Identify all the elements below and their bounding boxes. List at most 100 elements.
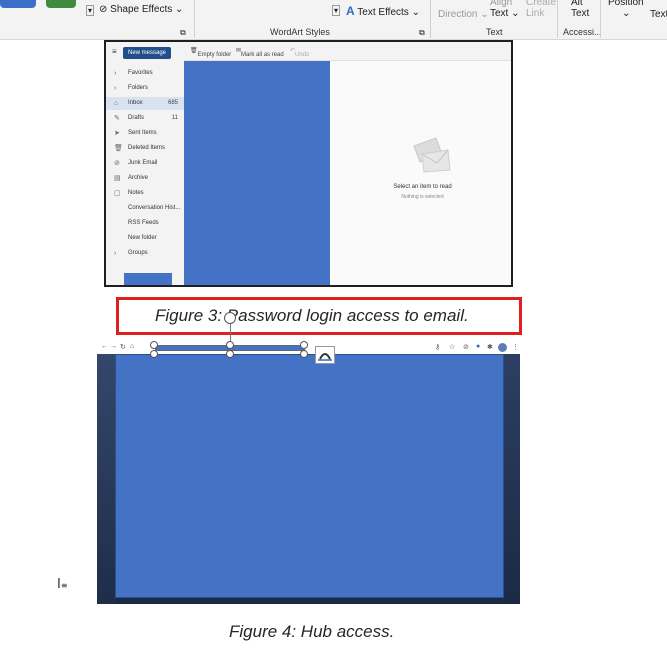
- folder-item[interactable]: ▤ Archive: [106, 172, 184, 185]
- dialog-launcher-icon[interactable]: ⧉: [180, 28, 186, 38]
- reload-icon[interactable]: ↻: [120, 343, 126, 351]
- folder-item[interactable]: RSS Feeds: [106, 217, 184, 230]
- empty-folder-button[interactable]: 🗑 Empty folder: [190, 47, 231, 58]
- unread-count: 11: [171, 115, 178, 121]
- alt-text-label: Text: [571, 8, 590, 19]
- align-text-top: Align: [490, 0, 513, 8]
- key-icon[interactable]: ⚷: [435, 343, 440, 351]
- folder-item[interactable]: ⊘ Junk Email: [106, 157, 184, 170]
- resize-handle[interactable]: [150, 350, 158, 358]
- hamburger-icon[interactable]: ≡: [112, 47, 117, 56]
- folder-label: Deleted Items: [128, 145, 166, 151]
- layout-options-icon: [318, 353, 332, 361]
- resize-handle[interactable]: [226, 341, 234, 349]
- mark-all-read-label: Mark all as read: [241, 52, 284, 58]
- folder-label: Notes: [128, 190, 144, 196]
- folder-item[interactable]: New folder: [106, 232, 184, 245]
- folder-item[interactable]: ➤ Sent Items: [106, 127, 184, 140]
- figure3-caption[interactable]: Figure 3: Password login access to email…: [155, 306, 469, 326]
- align-text-button[interactable]: Align Text ⌄: [490, 0, 520, 19]
- color-swatch-green[interactable]: [46, 0, 76, 8]
- text-cursor-icon: I≡: [57, 577, 68, 592]
- folder-item[interactable]: ⌂ Inbox 685: [106, 97, 184, 110]
- forward-icon[interactable]: →: [110, 343, 117, 350]
- folder-item[interactable]: ▢ Notes: [106, 187, 184, 200]
- resize-handle[interactable]: [300, 341, 308, 349]
- color-swatch-blue[interactable]: [0, 0, 36, 8]
- mail-folder-pane: ≡ New message › Favorites › Folders ⌂ Inbox 68…: [106, 42, 184, 285]
- new-message-button[interactable]: New message: [123, 47, 171, 59]
- shape-effects-icon: ⊘: [99, 4, 108, 15]
- block-icon: ⊘: [114, 160, 120, 167]
- folder-item[interactable]: › Favorites: [106, 67, 184, 80]
- pencil-icon: ✎: [114, 115, 120, 122]
- text-group-label: Text: [486, 27, 503, 37]
- text-effects-button[interactable]: A Text Effects ⌄: [346, 4, 420, 18]
- puzzle-icon[interactable]: ✱: [487, 343, 493, 351]
- back-icon[interactable]: ←: [101, 343, 108, 350]
- figure4-image[interactable]: ← → ↻ ⌂ ⚷ ☆ ⊘ ● ✱ ⋮: [97, 342, 520, 604]
- undo-button[interactable]: ↶ Undo: [290, 47, 309, 58]
- wrap-text-label: Text: [650, 9, 667, 20]
- folder-label: Inbox: [128, 100, 143, 106]
- folder-label: RSS Feeds: [128, 220, 159, 226]
- archive-icon: ▤: [114, 175, 121, 182]
- reading-pane-subtitle: Nothing is selected: [401, 194, 444, 200]
- rotate-handle-icon[interactable]: [224, 312, 236, 324]
- note-icon: ▢: [114, 190, 121, 197]
- extension-icon[interactable]: ⊘: [463, 343, 469, 351]
- create-link-button[interactable]: Create Link: [526, 0, 556, 19]
- create-link-top: Create: [526, 0, 557, 8]
- text-effects-icon: A: [346, 4, 355, 18]
- position-button[interactable]: Position ⌄: [608, 0, 644, 19]
- folder-label: Conversation Hist...: [128, 205, 181, 211]
- folder-item[interactable]: Conversation Hist...: [106, 202, 184, 215]
- mail-toolbar: 🗑 Empty folder ✉ Mark all as read ↶ Undo: [184, 42, 511, 61]
- folder-item[interactable]: 🗑 Deleted Items: [106, 142, 184, 155]
- folder-item[interactable]: › Folders: [106, 82, 184, 95]
- folder-item[interactable]: ✎ Drafts 11: [106, 112, 184, 125]
- folder-label: Groups: [128, 250, 148, 256]
- wrap-text-button[interactable]: Text: [650, 9, 667, 20]
- folder-label: Sent Items: [128, 130, 157, 136]
- figure3-image[interactable]: ≡ New message › Favorites › Folders ⌂ Inbox 68…: [104, 40, 513, 287]
- mark-all-read-button[interactable]: ✉ Mark all as read: [236, 47, 284, 58]
- dialog-launcher-icon[interactable]: ⧉: [419, 28, 425, 38]
- hub-page-placeholder: [115, 354, 504, 598]
- text-effects-label: Text Effects: [357, 7, 409, 18]
- resize-handle[interactable]: [226, 350, 234, 358]
- scroll-down-icon[interactable]: ▾: [86, 5, 95, 16]
- figure4-caption[interactable]: Figure 4: Hub access.: [229, 622, 394, 642]
- accessibility-group-label: Accessi...: [563, 27, 602, 37]
- layout-options-button[interactable]: [315, 346, 335, 364]
- profile-dot-icon[interactable]: ●: [476, 343, 480, 350]
- chevron-down-icon: ⌄: [411, 7, 420, 18]
- envelope-illustration-icon: [413, 137, 451, 173]
- home-icon[interactable]: ⌂: [130, 343, 134, 350]
- resize-handle[interactable]: [300, 350, 308, 358]
- create-link-label: Link: [526, 8, 545, 19]
- reading-pane-title: Select an item to read: [393, 184, 452, 190]
- folder-item[interactable]: › Groups: [106, 247, 184, 260]
- menu-icon[interactable]: ⋮: [512, 343, 519, 351]
- shape-effects-label: Shape Effects: [110, 4, 173, 15]
- empty-folder-label: Empty folder: [197, 52, 232, 58]
- alt-text-top: Alt: [571, 0, 583, 8]
- text-direction-button[interactable]: Direction ⌄: [438, 9, 489, 20]
- message-list-placeholder: [184, 61, 330, 285]
- folder-label: Favorites: [128, 70, 153, 76]
- avatar[interactable]: [498, 343, 507, 352]
- folder-label: Junk Email: [128, 160, 158, 166]
- scroll-down-icon[interactable]: ▾: [332, 5, 341, 16]
- chevron-icon: ›: [114, 85, 117, 92]
- folder-label: Folders: [128, 85, 149, 91]
- text-direction-label: Direction: [438, 9, 478, 20]
- alt-text-button[interactable]: Alt Text: [571, 0, 589, 19]
- resize-handle[interactable]: [150, 341, 158, 349]
- star-icon[interactable]: ☆: [449, 343, 455, 351]
- ribbon: ▾ ⊘ Shape Effects ⌄ ⧉ WordArt Styles ▾ A…: [0, 0, 667, 40]
- trash-icon: 🗑: [114, 145, 123, 152]
- reading-pane: Select an item to read Nothing is select…: [332, 61, 511, 285]
- send-icon: ➤: [114, 130, 120, 137]
- shape-effects-button[interactable]: ⊘ Shape Effects ⌄: [99, 4, 183, 15]
